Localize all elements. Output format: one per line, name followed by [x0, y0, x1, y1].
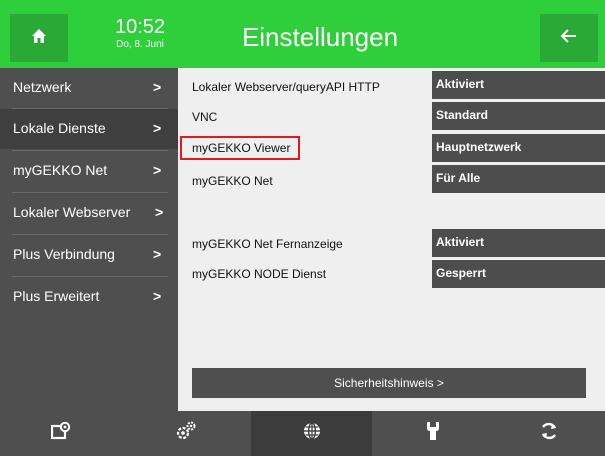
nav-network[interactable]: [251, 411, 372, 456]
sidebar-item-plus-verbindung[interactable]: Plus Verbindung >: [0, 235, 178, 275]
nav-tools[interactable]: [372, 411, 493, 456]
sidebar: Netzwerk > Lokale Dienste > myGEKKO Net …: [0, 68, 178, 411]
sidebar-item-netzwerk[interactable]: Netzwerk >: [0, 68, 178, 108]
sidebar-item-mygekko-net[interactable]: myGEKKO Net >: [0, 151, 178, 191]
clock-time: 10:52: [114, 16, 166, 38]
nav-refresh[interactable]: [493, 411, 605, 456]
refresh-icon: [539, 421, 559, 446]
nav-system-settings[interactable]: [121, 411, 251, 456]
setting-value-net-fernanzeige[interactable]: Aktiviert: [432, 229, 605, 257]
nav-devices-settings[interactable]: [0, 411, 121, 456]
setting-value-webserver-queryapi[interactable]: Aktiviert: [432, 71, 605, 99]
sidebar-item-label: Plus Erweitert: [13, 288, 100, 304]
chevron-right-icon: >: [153, 162, 162, 178]
setting-label-mygekko-net: myGEKKO Net: [192, 174, 273, 188]
globe-icon: [302, 421, 322, 446]
bottom-nav: [0, 411, 605, 456]
clock-date: Do, 8. Juni: [116, 39, 164, 50]
chevron-right-icon: >: [153, 246, 162, 262]
chevron-right-icon: >: [153, 79, 162, 95]
setting-label-mygekko-viewer: myGEKKO Viewer: [180, 136, 301, 160]
sidebar-item-lokaler-webserver[interactable]: Lokaler Webserver >: [0, 193, 178, 233]
page-title: Einstellungen: [241, 22, 399, 52]
chevron-right-icon: >: [155, 204, 164, 220]
gears-icon: [175, 421, 197, 446]
setting-label-webserver-queryapi: Lokaler Webserver/queryAPI HTTP: [192, 80, 380, 94]
setting-value-node-dienst[interactable]: Gesperrt: [432, 260, 605, 288]
sidebar-item-label: Lokale Dienste: [13, 120, 106, 136]
sidebar-item-label: Plus Verbindung: [13, 246, 115, 262]
setting-value-mygekko-viewer[interactable]: Hauptnetzwerk: [432, 134, 605, 162]
home-icon: [31, 28, 47, 49]
sidebar-item-label: Netzwerk: [13, 79, 72, 95]
sidebar-item-lokale-dienste[interactable]: Lokale Dienste >: [0, 109, 178, 149]
app-window: 10:52 Do, 8. Juni Einstellungen Netzwerk…: [0, 0, 605, 456]
settings-panel: Lokaler Webserver/queryAPI HTTP Aktivier…: [178, 68, 605, 411]
setting-value-mygekko-net[interactable]: Für Alle: [432, 165, 605, 193]
home-button[interactable]: [10, 14, 68, 62]
setting-label-node-dienst: myGEKKO NODE Dienst: [192, 267, 327, 281]
sidebar-item-label: myGEKKO Net: [13, 162, 108, 178]
setting-label-net-fernanzeige: myGEKKO Net Fernanzeige: [192, 237, 343, 251]
setting-value-vnc[interactable]: Standard: [432, 102, 605, 130]
security-notice-button[interactable]: Sicherheitshinweis >: [192, 368, 586, 398]
chevron-right-icon: >: [153, 120, 162, 136]
setting-label-vnc: VNC: [192, 110, 218, 124]
devices-settings-icon: [50, 421, 71, 445]
sidebar-item-plus-erweitert[interactable]: Plus Erweitert >: [0, 277, 178, 317]
back-button[interactable]: [540, 14, 598, 62]
sidebar-item-label: Lokaler Webserver: [13, 204, 131, 220]
wrench-icon: [425, 421, 441, 446]
chevron-right-icon: >: [153, 288, 162, 304]
arrow-left-icon: [560, 28, 577, 48]
